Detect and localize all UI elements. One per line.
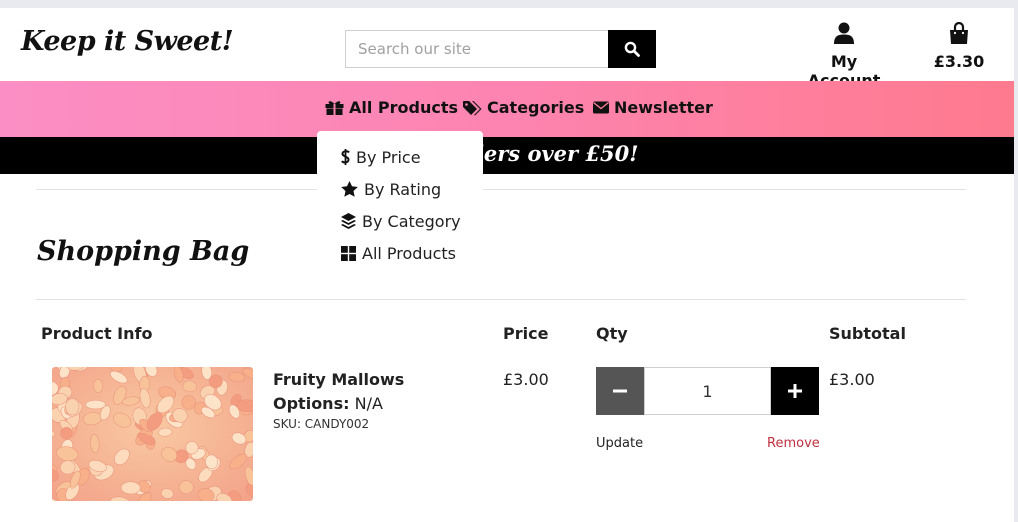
update-link[interactable]: Update: [596, 436, 643, 451]
divider-top: [36, 189, 966, 190]
search-input[interactable]: [345, 30, 608, 68]
main-nav: All Products Categories Newsletter: [0, 81, 1014, 137]
product-price: £3.00: [503, 370, 549, 389]
my-account-link[interactable]: My Account: [792, 22, 896, 90]
nav-categories-label: Categories: [487, 98, 585, 117]
page: Keep it Sweet! My Account: [0, 8, 1014, 522]
shopping-bag-icon: [950, 21, 968, 44]
shopping-bag-link[interactable]: £3.30: [930, 21, 988, 71]
page-title: Shopping Bag: [37, 236, 250, 267]
gift-icon: [325, 101, 344, 115]
dropdown-item-by-price[interactable]: By Price: [317, 141, 483, 173]
dropdown-item-label: By Rating: [364, 179, 442, 199]
nav-newsletter[interactable]: Newsletter: [593, 98, 713, 117]
dropdown-item-by-category[interactable]: By Category: [317, 205, 483, 237]
grid-icon: [341, 245, 356, 261]
search-button[interactable]: [608, 30, 656, 68]
bag-total: £3.30: [933, 52, 985, 71]
remove-link[interactable]: Remove: [767, 436, 820, 451]
increment-qty-button[interactable]: [771, 367, 819, 415]
tags-icon: [463, 100, 482, 115]
plus-icon: [788, 384, 802, 398]
dropdown-item-all-products[interactable]: All Products: [317, 237, 483, 269]
column-header-qty: Qty: [596, 324, 628, 343]
dropdown-item-label: By Price: [356, 147, 421, 167]
product-name: Fruity Mallows: [273, 370, 405, 389]
nav-all-products[interactable]: All Products: [325, 98, 458, 117]
nav-all-products-label: All Products: [349, 98, 459, 117]
product-sku: SKU: CANDY002: [273, 417, 370, 431]
nav-categories[interactable]: Categories: [463, 98, 584, 117]
divider-title: [36, 299, 966, 300]
all-products-dropdown: By Price By Rating By Category All Produ…: [317, 131, 483, 268]
envelope-icon: [593, 101, 609, 114]
layer-group-icon: [341, 213, 356, 229]
quantity-input[interactable]: [644, 367, 771, 415]
brand-logo[interactable]: Keep it Sweet!: [21, 26, 234, 57]
search-form: [345, 30, 656, 68]
dropdown-item-by-rating[interactable]: By Rating: [317, 173, 483, 205]
user-icon: [834, 22, 854, 44]
column-header-subtotal: Subtotal: [829, 324, 906, 343]
decrement-qty-button[interactable]: [596, 367, 644, 415]
dropdown-item-label: By Category: [362, 211, 461, 231]
quantity-stepper: [596, 367, 819, 415]
promo-banner: n orders over £50!: [0, 137, 1014, 174]
product-options: Options: N/A: [273, 394, 383, 413]
product-options-value: N/A: [354, 394, 383, 413]
column-header-product-info: Product Info: [41, 324, 153, 343]
star-icon: [341, 181, 358, 197]
dollar-icon: [341, 149, 350, 165]
product-image: [52, 367, 253, 501]
product-options-label: Options:: [273, 394, 350, 413]
site-header: Keep it Sweet! My Account: [0, 8, 1014, 90]
minus-icon: [613, 389, 627, 393]
product-subtotal: £3.00: [829, 370, 875, 389]
dropdown-item-label: All Products: [362, 243, 457, 263]
nav-newsletter-label: Newsletter: [614, 98, 713, 117]
search-icon: [624, 41, 640, 57]
column-header-price: Price: [503, 324, 549, 343]
